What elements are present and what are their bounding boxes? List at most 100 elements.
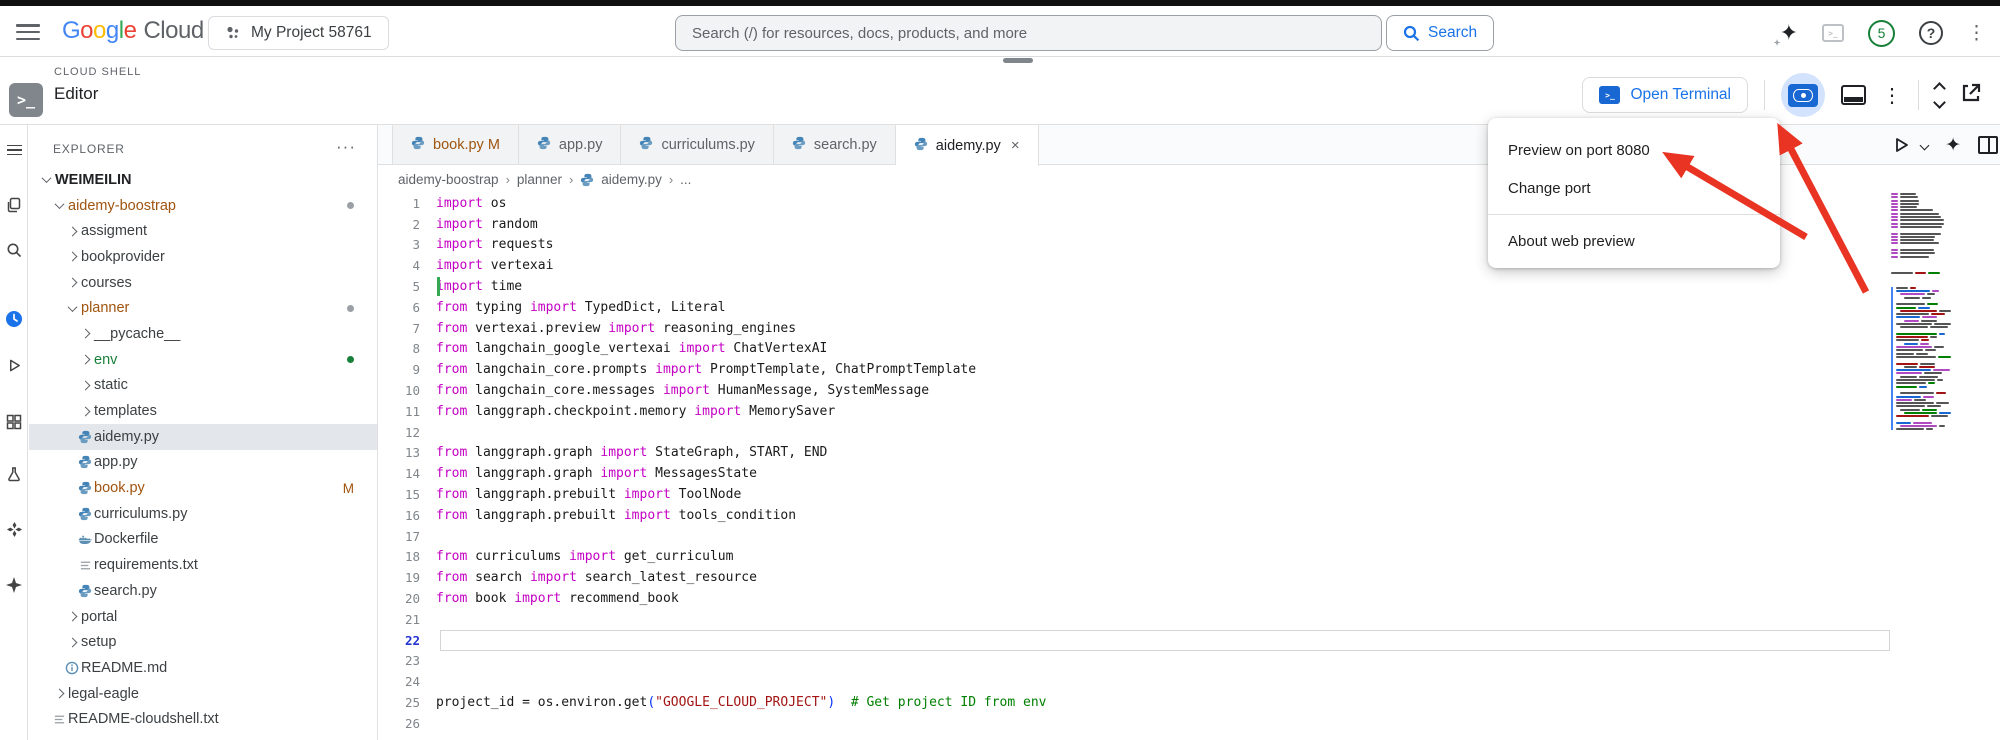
sparkle-icon[interactable] [0, 573, 28, 597]
project-selector[interactable]: My Project 58761 [208, 16, 389, 50]
tree-item-courses[interactable]: courses [29, 270, 378, 296]
breadcrumb-item[interactable]: ... [680, 172, 691, 187]
tab-aidemy-py[interactable]: aidemy.py× [896, 125, 1039, 166]
tree-item-aidemy-boostrap[interactable]: aidemy-boostrap [29, 193, 378, 219]
menu-icon[interactable] [0, 138, 28, 162]
code-line-26[interactable]: 26 [378, 713, 2000, 734]
code-area[interactable]: 1import os2import random3import requests… [378, 193, 2000, 740]
code-line-12[interactable]: 12 [378, 422, 2000, 443]
tree-item-planner[interactable]: planner [29, 295, 378, 321]
help-icon[interactable]: ? [1919, 21, 1943, 45]
code-line-8[interactable]: 8from langchain_google_vertexai import C… [378, 339, 2000, 360]
menu-icon[interactable] [16, 22, 40, 42]
tree-item-assigment[interactable]: assigment [29, 218, 378, 244]
code-line-7[interactable]: 7from vertexai.preview import reasoning_… [378, 318, 2000, 339]
tree-item-templates[interactable]: templates [29, 398, 378, 424]
extensions-icon[interactable] [0, 410, 28, 434]
code-line-19[interactable]: 19from search import search_latest_resou… [378, 567, 2000, 588]
breadcrumb-item[interactable]: planner [517, 172, 562, 187]
kebab-menu-icon[interactable]: ⋮ [1967, 24, 1986, 43]
line-number: 13 [378, 445, 436, 460]
tree-item-search-py[interactable]: search.py [29, 578, 378, 604]
line-number: 11 [378, 404, 436, 419]
beaker-icon[interactable] [0, 462, 28, 486]
tree-item-static[interactable]: static [29, 373, 378, 399]
tab-search-py[interactable]: search.py [774, 125, 896, 164]
drag-handle[interactable] [1003, 58, 1033, 63]
code-line-16[interactable]: 16from langgraph.prebuilt import tools_c… [378, 505, 2000, 526]
tree-item-env[interactable]: env [29, 347, 378, 373]
code-line-23[interactable]: 23 [378, 651, 2000, 672]
tree-item-setup[interactable]: setup [29, 629, 378, 655]
code-line-11[interactable]: 11from langgraph.checkpoint.memory impor… [378, 401, 2000, 422]
line-number: 4 [378, 258, 436, 273]
tree-item-weimeilin[interactable]: WEIMEILIN [29, 167, 378, 193]
tree-item-legal-eagle[interactable]: legal-eagle [29, 681, 378, 707]
code-token: langgraph.prebuilt [467, 508, 624, 523]
cloud-shell-icon[interactable]: >_ [1822, 24, 1844, 42]
run-debug-icon[interactable] [0, 353, 28, 377]
open-in-new-icon[interactable] [1960, 82, 1982, 109]
tree-item--pycache-[interactable]: __pycache__ [29, 321, 378, 347]
split-editor-icon[interactable] [1978, 136, 1998, 154]
code-line-6[interactable]: 6from typing import TypedDict, Literal [378, 297, 2000, 318]
tab-curriculums-py[interactable]: curriculums.py [621, 125, 773, 164]
tree-item-bookprovider[interactable]: bookprovider [29, 244, 378, 270]
menu-item-about-web-preview[interactable]: About web preview [1488, 222, 1780, 260]
line-number: 22 [378, 633, 436, 648]
code-line-9[interactable]: 9from langchain_core.prompts import Prom… [378, 359, 2000, 380]
usage-count-badge[interactable]: 5 [1868, 20, 1895, 47]
minimap[interactable] [1891, 193, 1951, 432]
open-terminal-button[interactable]: >_ Open Terminal [1582, 77, 1748, 113]
web-preview-button[interactable] [1781, 73, 1825, 117]
tab-app-py[interactable]: app.py [519, 125, 622, 164]
code-line-10[interactable]: 10from langchain_core.messages import Hu… [378, 380, 2000, 401]
code-line-18[interactable]: 18from curriculums import get_curriculum [378, 547, 2000, 568]
menu-item-preview-on-port-8080[interactable]: Preview on port 8080 [1488, 131, 1780, 169]
code-token: StateGraph, START, END [647, 445, 827, 460]
search-button[interactable]: Search [1386, 15, 1494, 51]
run-icon[interactable] [1892, 136, 1910, 154]
code-line-5[interactable]: 5import time [378, 276, 2000, 297]
tree-item-portal[interactable]: portal [29, 604, 378, 630]
gemini-sparkle-icon[interactable]: ✦ [1945, 134, 1961, 157]
tree-item-readme-md[interactable]: README.md [29, 655, 378, 681]
code-line-13[interactable]: 13from langgraph.graph import StateGraph… [378, 443, 2000, 464]
copy-files-icon[interactable] [0, 193, 28, 217]
run-dropdown-icon[interactable] [1920, 140, 1930, 150]
toggle-panel-icon[interactable] [1841, 85, 1866, 105]
explorer-more-icon[interactable]: ··· [336, 137, 356, 157]
code-line-22[interactable]: 22 [378, 630, 2000, 651]
tab-book-py[interactable]: book.py M [392, 125, 519, 164]
more-actions-icon[interactable]: ⋮ [1882, 83, 1902, 108]
tree-item-label: __pycache__ [94, 326, 180, 342]
history-clock-icon[interactable] [0, 307, 28, 331]
tree-item-app-py[interactable]: app.py [29, 450, 378, 476]
code-line-25[interactable]: 25project_id = os.environ.get("GOOGLE_CL… [378, 692, 2000, 713]
code-line-20[interactable]: 20from book import recommend_book [378, 588, 2000, 609]
search-icon[interactable] [0, 238, 28, 262]
collapse-icon[interactable] [1935, 84, 1944, 107]
tree-item-readme-cloudshell-txt[interactable]: README-cloudshell.txt [29, 706, 378, 732]
code-line-24[interactable]: 24 [378, 671, 2000, 692]
tree-item-requirements-txt[interactable]: requirements.txt [29, 552, 378, 578]
tree-item-label: setup [81, 634, 116, 650]
tree-item-aidemy-py[interactable]: aidemy.py [29, 424, 378, 450]
code-line-15[interactable]: 15from langgraph.prebuilt import ToolNod… [378, 484, 2000, 505]
menu-item-change-port[interactable]: Change port [1488, 169, 1780, 207]
code-line-17[interactable]: 17 [378, 526, 2000, 547]
tree-item-curriculums-py[interactable]: curriculums.py [29, 501, 378, 527]
global-search-input[interactable] [675, 15, 1382, 51]
code-line-14[interactable]: 14from langgraph.graph import MessagesSt… [378, 463, 2000, 484]
gemini-sparkle-icon[interactable]: ✦ [1780, 20, 1798, 46]
tree-item-book-py[interactable]: book.pyM [29, 475, 378, 501]
tree-item-dockerfile[interactable]: Dockerfile [29, 527, 378, 553]
breadcrumb-separator: › [669, 172, 673, 187]
code-line-21[interactable]: 21 [378, 609, 2000, 630]
close-tab-icon[interactable]: × [1011, 137, 1020, 154]
code-token: import [514, 591, 561, 606]
breadcrumb-item[interactable]: aidemy.py [601, 172, 662, 187]
breadcrumb-item[interactable]: aidemy-boostrap [398, 172, 499, 187]
code-token: from [436, 487, 467, 502]
diamond-cluster-icon[interactable] [0, 517, 28, 541]
